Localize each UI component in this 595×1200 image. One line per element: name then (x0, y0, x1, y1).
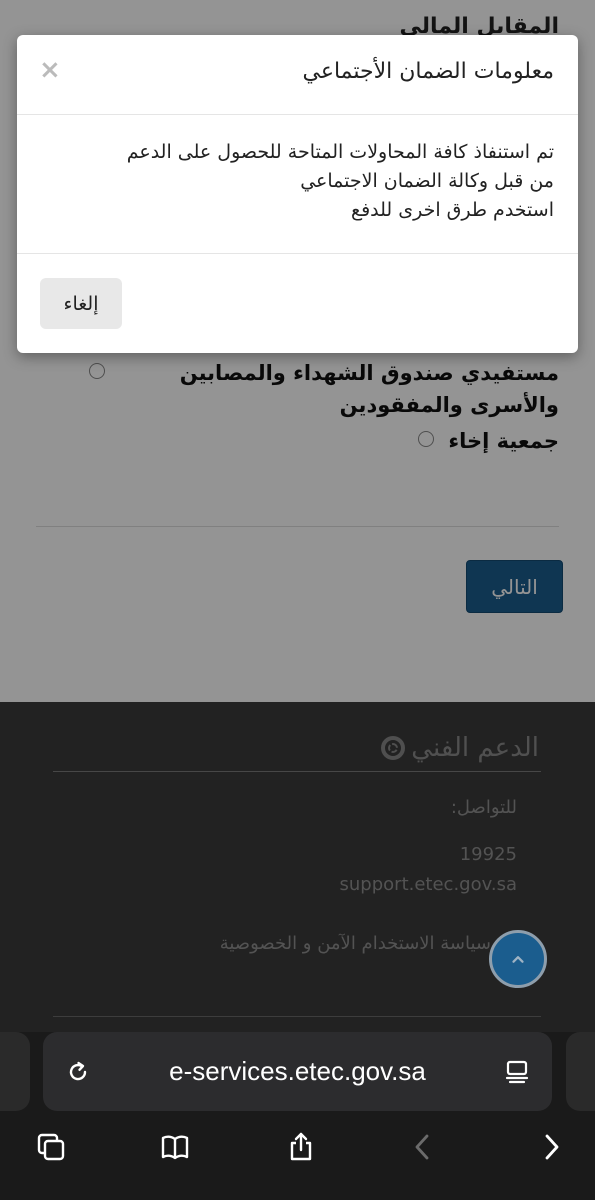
chevron-right-icon (545, 1134, 559, 1160)
next-tab-preview[interactable] (566, 1032, 595, 1111)
close-icon[interactable]: × (39, 55, 61, 85)
modal-dialog: معلومات الضمان الأجتماعي × تم استنفاذ كا… (17, 35, 578, 353)
book-icon (161, 1135, 189, 1160)
tabs-icon[interactable] (28, 1124, 74, 1170)
modal-divider (17, 114, 578, 115)
previous-tab-preview[interactable] (0, 1032, 30, 1111)
modal-message: تم استنفاذ كافة المحاولات المتاحة للحصول… (34, 138, 554, 225)
cancel-button[interactable]: إلغاء (40, 278, 122, 329)
chevron-left-icon (415, 1134, 429, 1160)
scroll-top-button[interactable] (489, 930, 547, 988)
reader-icon[interactable] (502, 1057, 532, 1087)
url-text[interactable]: e-services.etec.gov.sa (169, 1056, 426, 1087)
bookmarks-icon[interactable] (152, 1124, 198, 1170)
reload-icon[interactable] (63, 1057, 93, 1087)
back-icon[interactable] (400, 1124, 446, 1170)
share-icon-glyph (290, 1132, 312, 1161)
message-line: استخدم طرق اخرى للدفع (350, 199, 554, 221)
address-bar[interactable]: e-services.etec.gov.sa (43, 1032, 552, 1111)
modal-title: معلومات الضمان الأجتماعي (302, 59, 555, 84)
share-icon[interactable] (278, 1124, 324, 1170)
tabs-icon-glyph (37, 1133, 65, 1161)
message-line: من قبل وكالة الضمان الاجتماعي (300, 170, 554, 192)
chevron-up-icon (512, 956, 524, 963)
modal-divider (17, 253, 578, 254)
message-line: تم استنفاذ كافة المحاولات المتاحة للحصول… (126, 141, 554, 163)
forward-icon[interactable] (528, 1124, 574, 1170)
